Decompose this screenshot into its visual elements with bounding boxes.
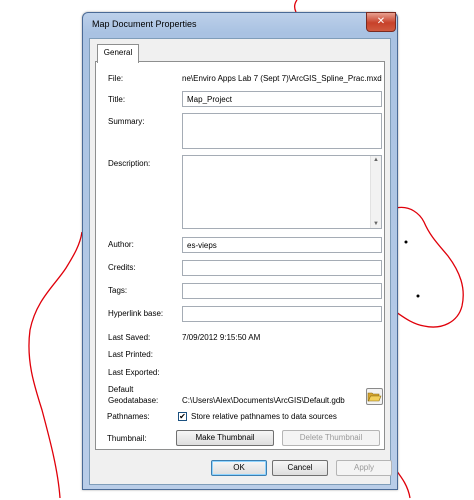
window-title: Map Document Properties: [92, 19, 197, 29]
title-field[interactable]: Map_Project: [182, 91, 382, 107]
map-document-properties-dialog: Map Document Properties ✕ General File: …: [82, 12, 398, 490]
scroll-up-icon[interactable]: ▲: [371, 157, 381, 163]
dialog-client-area: General File: ne\Enviro Apps Lab 7 (Sept…: [89, 38, 392, 485]
description-field[interactable]: ▲ ▼: [182, 155, 382, 229]
store-relative-pathnames-label: Store relative pathnames to data sources: [191, 412, 337, 421]
scroll-down-icon[interactable]: ▼: [371, 221, 381, 227]
last-exported-label: Last Exported:: [108, 368, 160, 377]
tags-field[interactable]: [182, 283, 382, 299]
delete-thumbnail-button[interactable]: Delete Thumbnail: [282, 430, 380, 446]
tab-general[interactable]: General: [97, 44, 139, 63]
title-bar[interactable]: Map Document Properties ✕: [83, 12, 397, 37]
summary-field[interactable]: [182, 113, 382, 149]
browse-geodatabase-button[interactable]: [366, 388, 383, 405]
annotation-line-top: [293, 0, 298, 13]
default-geodatabase-label-line1: Default: [108, 385, 134, 394]
author-field[interactable]: es-vieps: [182, 237, 382, 253]
close-button[interactable]: ✕: [366, 12, 396, 32]
summary-label: Summary:: [108, 117, 145, 126]
apply-button[interactable]: Apply: [336, 460, 392, 476]
author-label: Author:: [108, 240, 134, 249]
file-label: File:: [108, 74, 124, 83]
default-geodatabase-value: C:\Users\Alex\Documents\ArcGIS\Default.g…: [182, 396, 345, 405]
cancel-button[interactable]: Cancel: [272, 460, 328, 476]
annotation-line-right: [395, 206, 464, 328]
make-thumbnail-button[interactable]: Make Thumbnail: [176, 430, 274, 446]
annotation-line-bottom: [395, 469, 411, 499]
hyperlink-base-field[interactable]: [182, 306, 382, 322]
close-icon: ✕: [376, 16, 386, 27]
credits-field[interactable]: [182, 260, 382, 276]
tags-label: Tags:: [108, 286, 128, 295]
folder-open-icon: [367, 392, 382, 402]
credits-label: Credits:: [108, 263, 136, 272]
checkmark-icon: ✔: [179, 412, 186, 421]
pathnames-label: Pathnames:: [107, 412, 150, 421]
store-relative-pathnames-checkbox[interactable]: ✔: [178, 412, 187, 421]
file-path-value: ne\Enviro Apps Lab 7 (Sept 7)\ArcGIS_Spl…: [182, 74, 382, 83]
description-label: Description:: [108, 159, 151, 168]
annotation-dot: [416, 294, 420, 298]
last-saved-value: 7/09/2012 9:15:50 AM: [182, 333, 261, 342]
description-scrollbar[interactable]: ▲ ▼: [370, 156, 381, 228]
last-printed-label: Last Printed:: [108, 350, 153, 359]
hyperlink-base-label: Hyperlink base:: [108, 309, 164, 318]
last-saved-label: Last Saved:: [108, 333, 151, 342]
ok-button[interactable]: OK: [211, 460, 267, 476]
annotation-line-left: [28, 231, 83, 499]
annotation-dot: [404, 240, 408, 244]
general-tab-panel: File: ne\Enviro Apps Lab 7 (Sept 7)\ArcG…: [95, 61, 385, 450]
thumbnail-label: Thumbnail:: [107, 434, 147, 443]
default-geodatabase-label-line2: Geodatabase:: [108, 396, 159, 405]
title-label: Title:: [108, 95, 126, 104]
